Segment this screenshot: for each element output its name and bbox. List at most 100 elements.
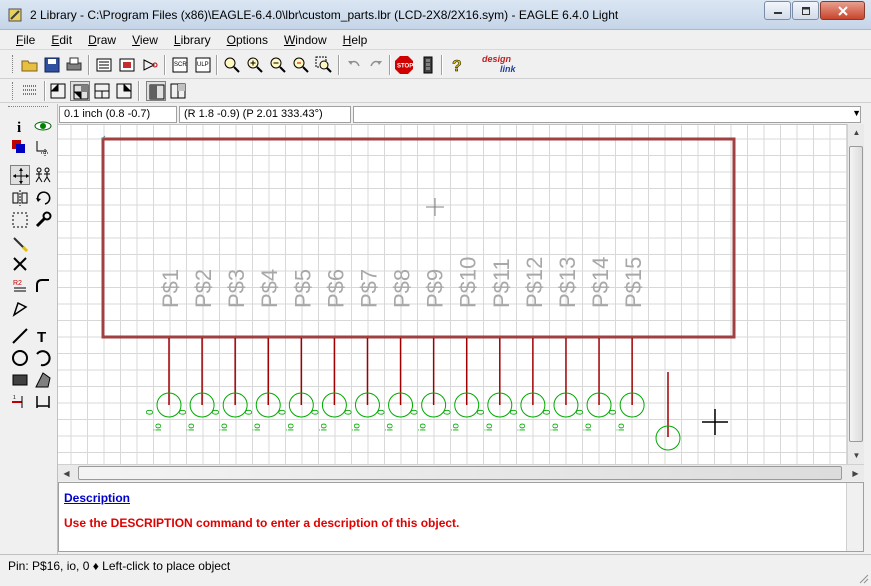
schematic-icon[interactable] [117, 55, 137, 75]
maximize-button[interactable] [792, 1, 819, 20]
pin-direction-label: io [318, 423, 329, 431]
print-icon[interactable] [64, 55, 84, 75]
menu-library[interactable]: Library [166, 33, 219, 47]
pin-direction-label: io [285, 423, 296, 431]
design-link-logo[interactable]: design link [480, 54, 530, 76]
split-icon[interactable] [10, 299, 30, 319]
bend-style-0-icon[interactable] [48, 81, 68, 101]
stop-icon[interactable]: STOP [394, 55, 414, 75]
menu-draw[interactable]: Draw [80, 33, 124, 47]
eagle-app-icon [8, 7, 24, 23]
name-icon[interactable]: R2 [10, 276, 30, 296]
description-scrollbar[interactable] [846, 483, 863, 551]
ulp-icon[interactable]: ULP [193, 55, 213, 75]
menu-window[interactable]: Window [276, 33, 335, 47]
zoom-in-icon[interactable] [245, 55, 265, 75]
pin-swap-label: 0 [211, 409, 222, 415]
menu-file[interactable]: File [8, 33, 43, 47]
scroll-up-arrow-icon[interactable]: ▲ [848, 124, 865, 141]
pin-direction-label: io [186, 423, 197, 431]
toolbar-grip[interactable] [12, 82, 15, 100]
script-icon[interactable]: SCR [170, 55, 190, 75]
circle-icon[interactable] [10, 348, 30, 368]
pin-direction-label: io [550, 423, 561, 431]
window-title: 2 Library - C:\Program Files (x86)\EAGLE… [30, 8, 619, 22]
display-layers-icon[interactable] [10, 138, 30, 158]
zoom-redraw-icon[interactable] [291, 55, 311, 75]
redo-icon[interactable] [366, 55, 386, 75]
pin-swap-label: 0 [310, 409, 321, 415]
pin-icon[interactable]: 1 [10, 392, 30, 412]
description-link[interactable]: Description [64, 491, 130, 505]
toolbar-grip[interactable] [12, 55, 15, 73]
mirror-icon[interactable] [10, 188, 30, 208]
group-icon[interactable] [10, 210, 30, 230]
pin-direction-label: io [385, 423, 396, 431]
pin-swap-label: 0 [410, 409, 421, 415]
mirror-off-icon[interactable] [146, 81, 166, 101]
zoom-out-icon[interactable] [268, 55, 288, 75]
save-icon[interactable] [42, 55, 62, 75]
pin-swap-label: 0 [343, 409, 354, 415]
paste-brush-icon[interactable] [10, 234, 30, 254]
symbol-icon[interactable] [140, 55, 160, 75]
minimize-button[interactable] [764, 1, 791, 20]
bend-style-2-icon[interactable] [92, 81, 112, 101]
open-icon[interactable] [20, 55, 40, 75]
pin-name-label: P$15 [621, 257, 646, 308]
symbol-drawing[interactable]: P$1 io 0 P$2 io 0 P$3 io 0 P$4 io 0 P$5 io 0 P$6 io 0 P$7 i… [58, 125, 847, 464]
resize-grip-icon[interactable] [857, 572, 869, 584]
scroll-right-arrow-icon[interactable]: ▶ [847, 465, 864, 482]
pin-swap-label: 0 [575, 409, 586, 415]
layer-display-icon[interactable] [20, 81, 40, 101]
pin-swap-label: 0 [277, 409, 288, 415]
menu-options[interactable]: Options [219, 33, 276, 47]
pin-direction-label: io [616, 423, 627, 431]
pin-direction-label: io [517, 423, 528, 431]
pin-name-label: P$5 [290, 269, 315, 308]
undo-icon[interactable] [344, 55, 364, 75]
close-button[interactable] [820, 1, 865, 20]
mark-icon[interactable] [33, 138, 53, 158]
menu-view[interactable]: View [124, 33, 166, 47]
zoom-select-icon[interactable] [314, 55, 334, 75]
delete-icon[interactable] [10, 254, 30, 274]
scroll-left-arrow-icon[interactable]: ◀ [58, 465, 75, 482]
info-icon[interactable]: i [10, 116, 30, 136]
text-icon[interactable]: T [33, 326, 53, 346]
horizontal-scroll-thumb[interactable] [78, 466, 842, 480]
command-line-input[interactable] [353, 106, 861, 123]
vertical-scroll-thumb[interactable] [849, 146, 863, 442]
copy-icon[interactable] [33, 165, 53, 185]
pin-name-label: P$12 [522, 257, 547, 308]
editor-canvas[interactable]: P$1 io 0 P$2 io 0 P$3 io 0 P$4 io 0 P$5 io 0 P$6 io 0 P$7 i… [58, 124, 847, 464]
miter-icon[interactable] [33, 276, 53, 296]
mirror-on-icon[interactable] [168, 81, 188, 101]
arc-icon[interactable] [33, 348, 53, 368]
show-eye-icon[interactable] [33, 116, 53, 136]
scroll-down-arrow-icon[interactable]: ▼ [848, 447, 865, 464]
help-icon[interactable]: ? [446, 55, 466, 76]
dimension-icon[interactable] [33, 392, 53, 412]
pin-direction-label: io [418, 423, 429, 431]
rotate-icon[interactable] [33, 188, 53, 208]
move-icon[interactable] [10, 165, 30, 185]
status-text: Pin: P$16, io, 0 ♦ Left-click to place o… [8, 559, 231, 573]
change-wrench-icon[interactable] [33, 210, 53, 230]
go-icon[interactable] [418, 55, 438, 75]
menu-help[interactable]: Help [335, 33, 376, 47]
pin-name-label: P$14 [588, 257, 613, 308]
vertical-scrollbar[interactable]: ▲ ▼ [847, 124, 864, 464]
polygon-icon[interactable] [33, 370, 53, 390]
bend-style-1-icon[interactable] [70, 81, 90, 101]
wire-icon[interactable] [10, 326, 30, 346]
rectangle-icon[interactable] [10, 370, 30, 390]
bend-style-3-icon[interactable] [114, 81, 134, 101]
horizontal-scrollbar[interactable]: ◀ ▶ [58, 464, 864, 481]
zoom-fit-icon[interactable] [222, 55, 242, 75]
coordinate-bar: 0.1 inch (0.8 -0.7) (R 1.8 -0.9) (P 2.01… [58, 104, 863, 123]
board-icon[interactable] [94, 55, 114, 75]
command-history-dropdown-icon[interactable]: ▼ [852, 108, 861, 118]
menu-edit[interactable]: Edit [43, 33, 80, 47]
pin-name-label: P$13 [555, 257, 580, 308]
